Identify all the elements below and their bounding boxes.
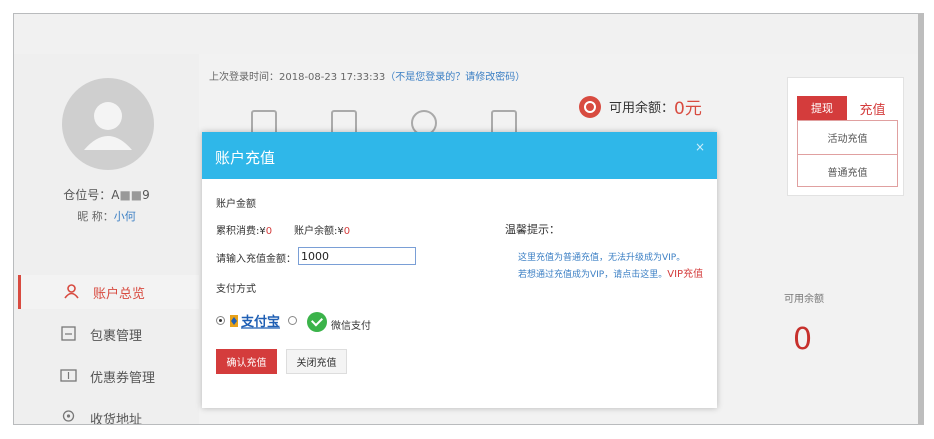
user-icon: [64, 284, 79, 299]
user-sidebar: 仓位号：A■■9 昵 称：小何 账户总览 包裹管理 优惠券管理 收货地址: [14, 54, 199, 425]
nickname-value[interactable]: 小何: [114, 210, 136, 223]
tip-vip-text: 若想通过充值成为VIP，请点击这里。: [518, 270, 668, 280]
user-id-tail: 9: [142, 188, 150, 202]
location-icon: [62, 410, 75, 422]
recharge-modal: 账户充值 × 账户金额 累积消费:¥0 账户余额:¥0 请输入充值金额： 支付方…: [202, 132, 717, 408]
total-spent-label: 累积消费:¥: [216, 226, 266, 237]
wechat-pay-icon[interactable]: [307, 312, 327, 332]
sidebar-item-label: 包裹管理: [90, 328, 143, 344]
payment-method-label: 支付方式: [216, 284, 256, 295]
window-shadow: [918, 13, 924, 425]
menu-item-normal-recharge[interactable]: 普通充值: [798, 154, 897, 187]
balance-value: 0元: [674, 99, 702, 119]
user-id-mask: ■■: [119, 188, 143, 202]
confirm-recharge-button[interactable]: 确认充值: [216, 349, 277, 374]
tips-heading: 温馨提示：: [505, 223, 560, 236]
close-icon[interactable]: ×: [695, 140, 705, 154]
user-id-label: 仓位号：A: [63, 188, 120, 202]
vip-recharge-link[interactable]: VIP充值: [667, 269, 703, 280]
alipay-logo[interactable]: 支付宝: [228, 312, 282, 330]
top-bar: [14, 14, 918, 54]
recharge-dropdown: 提现 充值 活动充值 普通充值: [787, 77, 904, 196]
tab-withdraw[interactable]: 提现: [797, 96, 847, 120]
sidebar-item-package-management[interactable]: 包裹管理: [18, 317, 199, 351]
sidebar-item-shipping-address[interactable]: 收货地址: [18, 401, 199, 425]
modal-header: 账户充值 ×: [202, 132, 717, 179]
user-nickname: 昵 称：小何: [14, 208, 199, 224]
tip-normal-recharge: 这里充值为普通充值，无法升级成为VIP。: [518, 253, 686, 263]
tab-recharge[interactable]: 充值: [847, 96, 898, 120]
package-icon: [61, 326, 76, 341]
total-spent-value: 0: [265, 226, 273, 237]
total-spent: 累积消费:¥0: [216, 222, 272, 237]
user-id: 仓位号：A■■9: [14, 186, 199, 203]
available-balance-value: 0: [793, 322, 813, 357]
sidebar-item-label: 优惠券管理: [90, 370, 156, 386]
balance-summary: 可用余额： 0元: [579, 94, 702, 119]
tip-vip: 若想通过充值成为VIP，请点击这里。VIP充值: [518, 265, 703, 280]
sidebar-item-label: 账户总览: [93, 286, 146, 302]
account-balance: 账户余额:¥0: [294, 222, 350, 237]
user-silhouette-icon: [84, 102, 132, 150]
recharge-menu: 活动充值 普通充值: [797, 120, 898, 187]
balance-label: 可用余额：: [609, 101, 675, 116]
nickname-label: 昵 称：: [77, 210, 114, 223]
change-password-link[interactable]: （不是您登录的？请修改密码）: [385, 72, 525, 83]
recharge-tabs: 提现 充值: [797, 96, 898, 120]
sidebar-item-label: 收货地址: [90, 412, 143, 425]
last-login-info: 上次登录时间：2018-08-23 17:33:33（不是您登录的？请修改密码）: [209, 68, 525, 83]
sidebar-item-account-overview[interactable]: 账户总览: [18, 275, 199, 309]
sidebar-item-coupon-management[interactable]: 优惠券管理: [18, 359, 199, 393]
wechat-pay-radio[interactable]: [288, 316, 297, 325]
alipay-radio[interactable]: [216, 316, 225, 325]
coupon-icon: [60, 369, 77, 382]
available-balance-label: 可用余额: [784, 294, 824, 305]
avatar[interactable]: [62, 78, 154, 170]
coin-icon: [579, 95, 601, 118]
last-login-time: 上次登录时间：2018-08-23 17:33:33: [209, 72, 386, 83]
recharge-amount-input[interactable]: [298, 247, 416, 265]
account-amount-heading: 账户金额: [216, 199, 256, 210]
close-recharge-button[interactable]: 关闭充值: [286, 349, 347, 374]
modal-title: 账户充值: [215, 149, 276, 167]
account-balance-value: 0: [343, 226, 351, 237]
account-balance-label: 账户余额:¥: [294, 226, 344, 237]
wechat-pay-label: 微信支付: [331, 321, 371, 332]
menu-item-activity-recharge[interactable]: 活动充值: [798, 121, 897, 154]
amount-input-label: 请输入充值金额：: [216, 254, 296, 265]
